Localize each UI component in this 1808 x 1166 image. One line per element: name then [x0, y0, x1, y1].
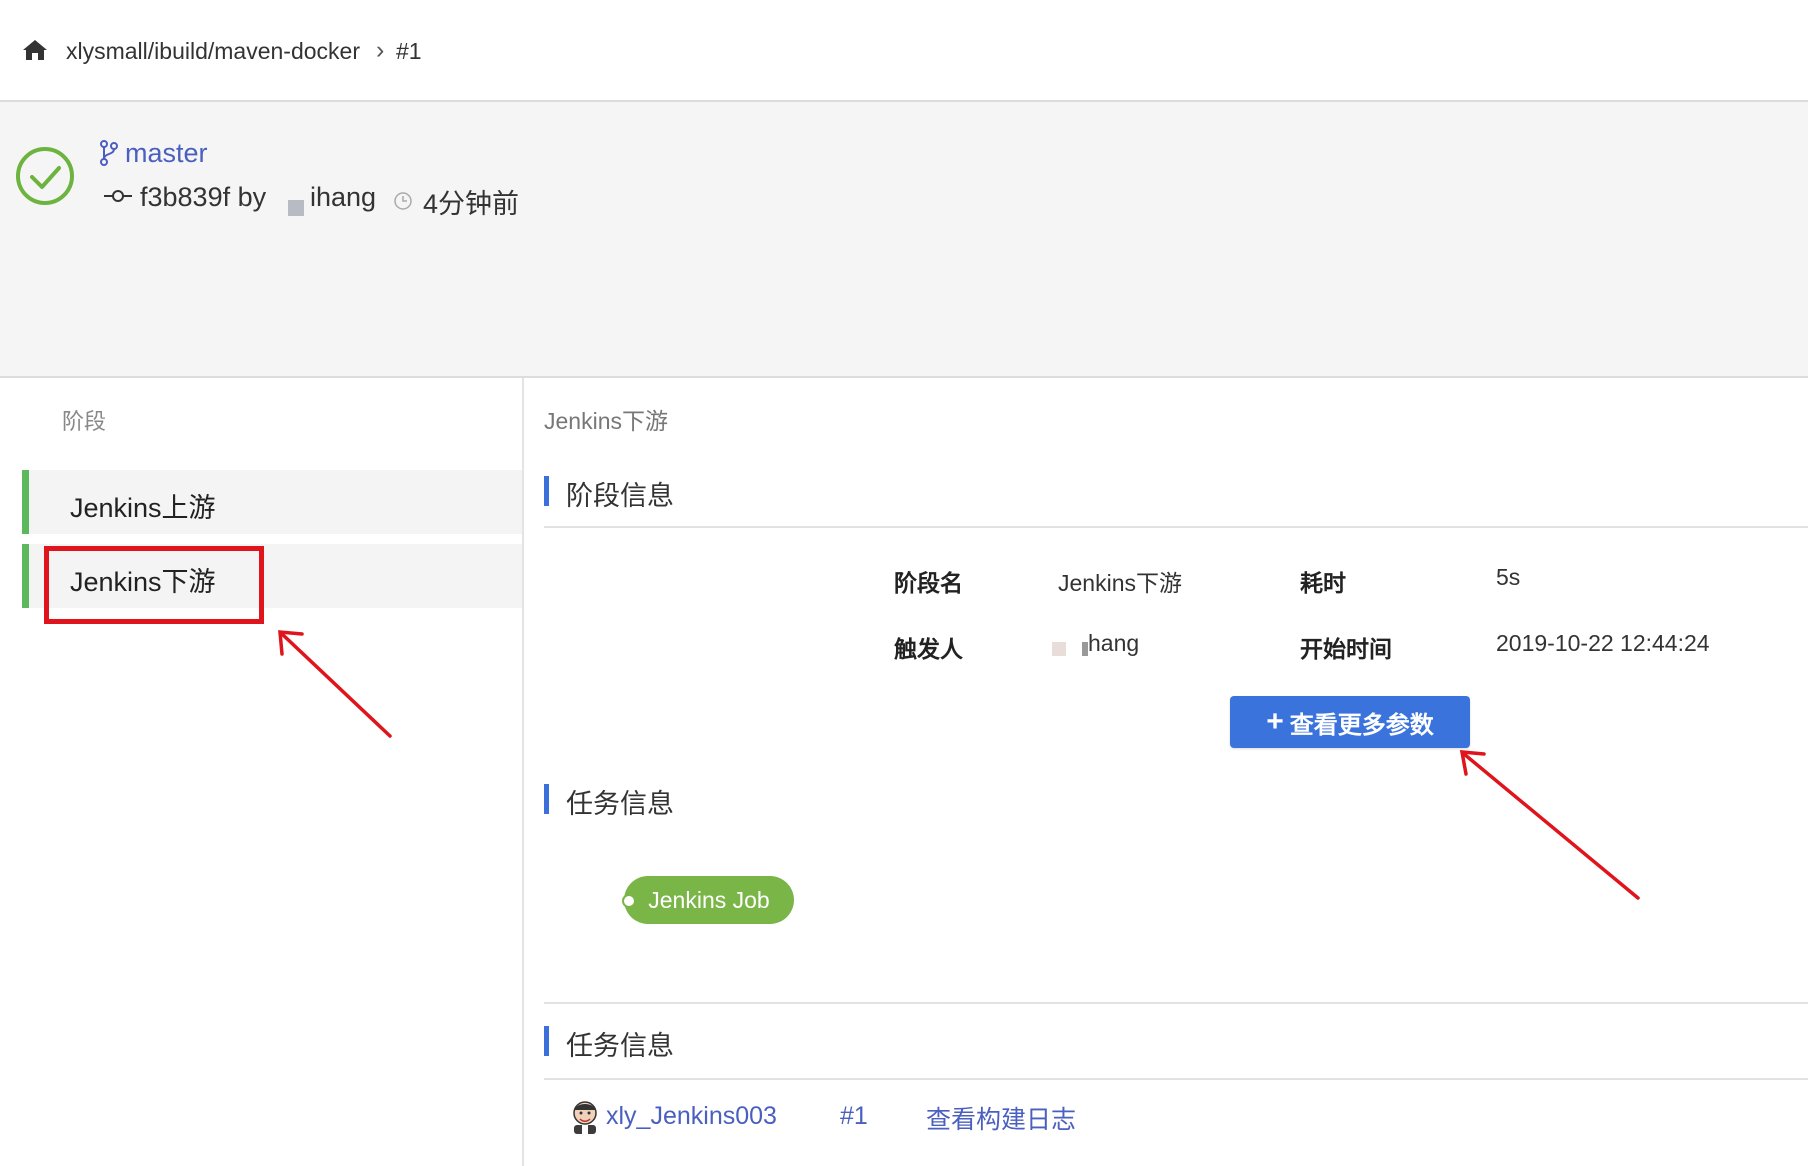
job-node-dot — [622, 894, 636, 908]
stage-item-jenkins-upstream[interactable]: Jenkins上游 — [22, 470, 522, 534]
commit-info: f3b839f by — [140, 182, 267, 212]
view-build-log-link[interactable]: 查看构建日志 — [926, 1100, 1076, 1136]
job-link[interactable]: xly_Jenkins003 — [606, 1102, 777, 1131]
success-check-icon — [16, 147, 74, 205]
git-branch-icon — [100, 140, 118, 166]
stage-status-bar — [22, 470, 29, 534]
divider — [544, 526, 1808, 528]
breadcrumb-run: #1 — [396, 38, 422, 64]
start-time-label: 开始时间 — [1300, 636, 1392, 662]
clock-icon — [394, 192, 412, 210]
stages-title: 阶段 — [62, 409, 107, 434]
section-marker — [544, 784, 549, 814]
stages-panel: 阶段 Jenkins上游 Jenkins下游 — [0, 378, 524, 1166]
plus-icon: + — [1266, 705, 1284, 738]
current-stage-title: Jenkins下游 — [544, 408, 668, 434]
start-time-value: 2019-10-22 12:44:24 — [1496, 630, 1710, 656]
stage-status-bar — [22, 544, 29, 608]
branch-link[interactable]: master — [125, 138, 208, 169]
section-title: 阶段信息 — [566, 481, 674, 511]
build-number-link[interactable]: #1 — [840, 1102, 868, 1131]
section-title: 任务信息 — [566, 1031, 674, 1061]
annotation-highlight-box — [44, 546, 264, 624]
trigger-label: 触发人 — [894, 636, 963, 662]
stage-name-label: 阶段名 — [894, 570, 963, 596]
author-avatar — [288, 200, 304, 216]
commit-author: ihang — [310, 182, 377, 212]
duration-label: 耗时 — [1300, 570, 1346, 596]
trigger-avatar — [1052, 642, 1066, 656]
stage-name-value: Jenkins下游 — [1058, 570, 1182, 596]
build-time-ago: 4分钟前 — [423, 189, 520, 219]
more-params-button[interactable]: + 查看更多参数 — [1230, 696, 1470, 748]
stage-detail-panel: Jenkins下游 阶段信息 阶段名 Jenkins下游 耗时 5s 触发人 h… — [524, 378, 1808, 1166]
git-commit-icon — [104, 190, 132, 202]
build-summary: master f3b839f by ihang 4分钟前 — [0, 102, 1808, 378]
trigger-value: hang — [1088, 630, 1140, 656]
more-params-label: 查看更多参数 — [1289, 711, 1434, 739]
section-title: 任务信息 — [566, 789, 674, 819]
divider — [544, 1002, 1808, 1004]
home-icon[interactable] — [22, 38, 48, 62]
section-marker — [544, 1026, 549, 1056]
jenkins-job-node[interactable]: Jenkins Job — [622, 876, 794, 924]
section-marker — [544, 476, 549, 506]
breadcrumb: xlysmall/ibuild/maven-docker › #1 — [0, 0, 1808, 102]
job-node-label: Jenkins Job — [648, 886, 770, 913]
jenkins-avatar-icon — [573, 1101, 597, 1134]
chevron-right-icon: › — [376, 36, 385, 64]
breadcrumb-path[interactable]: xlysmall/ibuild/maven-docker — [66, 38, 360, 65]
divider — [544, 1078, 1808, 1080]
duration-value: 5s — [1496, 564, 1521, 590]
stage-label: Jenkins上游 — [70, 493, 216, 523]
